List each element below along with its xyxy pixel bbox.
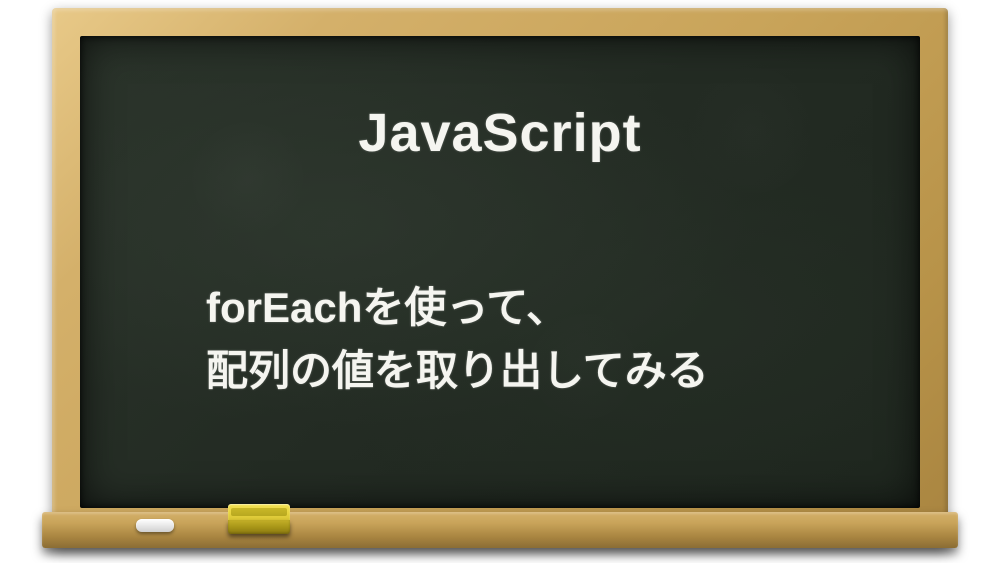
chalk-tray [42,512,958,548]
board-title: JavaScript [80,102,920,164]
board-subtitle: forEachを使って、 配列の値を取り出してみる [206,276,709,402]
chalk-icon [136,519,174,532]
chalkboard-frame: JavaScript forEachを使って、 配列の値を取り出してみる [52,8,948,548]
eraser-icon [228,504,290,534]
chalkboard-surface: JavaScript forEachを使って、 配列の値を取り出してみる [80,36,920,508]
